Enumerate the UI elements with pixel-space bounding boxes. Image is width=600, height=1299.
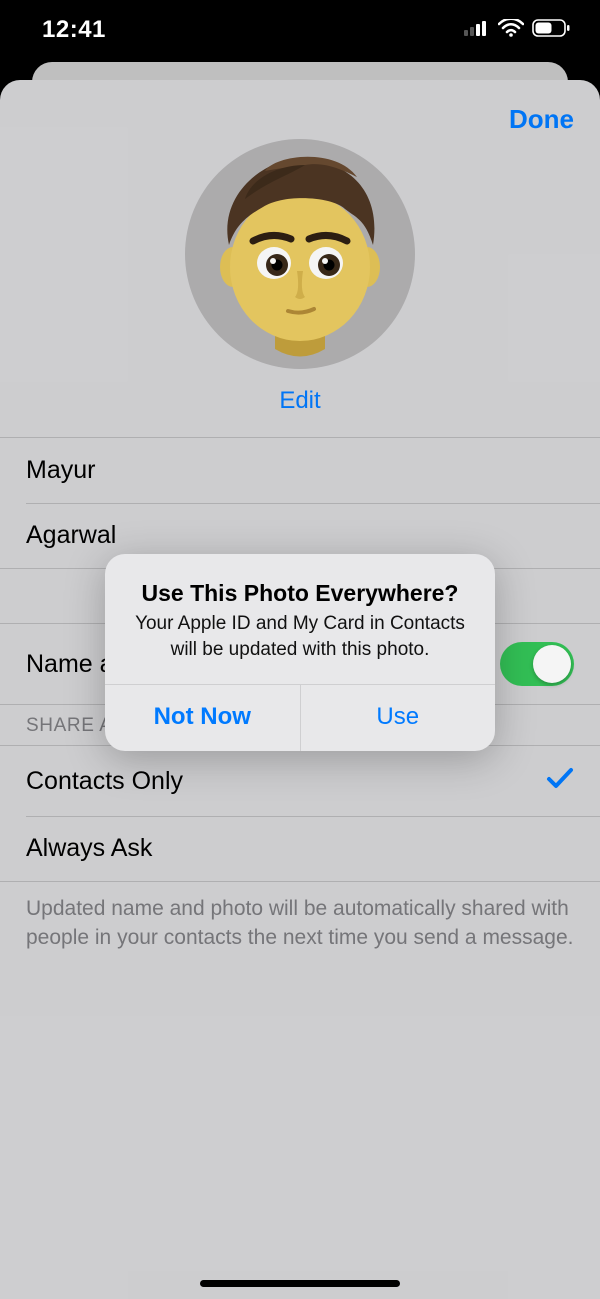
done-button[interactable]: Done	[509, 104, 574, 135]
edit-photo-button[interactable]: Edit	[279, 387, 320, 415]
sharing-footer: Updated name and photo will be automatic…	[0, 882, 600, 965]
first-name-field[interactable]: Mayur	[0, 438, 600, 503]
use-photo-alert: Use This Photo Everywhere? Your Apple ID…	[105, 554, 495, 751]
name-photo-sharing-toggle[interactable]	[500, 642, 574, 686]
memoji-icon	[205, 149, 395, 359]
always-ask-row[interactable]: Always Ask	[0, 816, 600, 881]
status-bar: 12:41	[0, 0, 600, 60]
last-name-value: Agarwal	[26, 521, 116, 550]
always-ask-label: Always Ask	[26, 834, 152, 863]
share-options-group: Contacts Only Always Ask	[0, 745, 600, 882]
alert-not-now-button[interactable]: Not Now	[105, 685, 300, 751]
status-time: 12:41	[42, 16, 106, 44]
checkmark-icon	[546, 764, 574, 798]
contacts-only-row[interactable]: Contacts Only	[0, 746, 600, 816]
wifi-icon	[498, 19, 524, 42]
alert-use-button[interactable]: Use	[300, 685, 496, 751]
name-group: Mayur Agarwal	[0, 437, 600, 569]
battery-icon	[532, 19, 570, 42]
name-photo-sharing-label: Name a	[26, 650, 114, 679]
alert-title: Use This Photo Everywhere?	[127, 580, 473, 607]
avatar[interactable]	[185, 139, 415, 369]
first-name-value: Mayur	[26, 456, 95, 485]
home-indicator[interactable]	[200, 1280, 400, 1287]
alert-message: Your Apple ID and My Card in Contacts wi…	[127, 611, 473, 662]
contacts-only-label: Contacts Only	[26, 767, 183, 796]
status-icons	[464, 19, 570, 42]
cellular-icon	[464, 20, 490, 41]
